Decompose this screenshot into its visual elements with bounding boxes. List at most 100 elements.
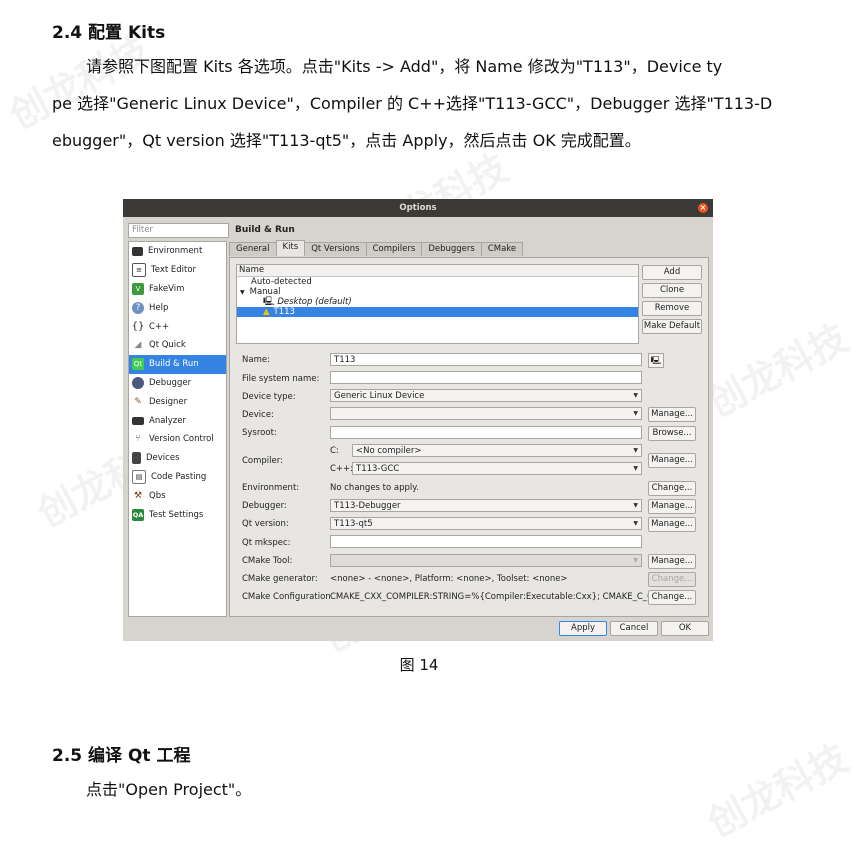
analyzer-icon: [132, 416, 144, 425]
nav-item-build-run[interactable]: Qt Build & Run: [129, 354, 226, 374]
cancel-button[interactable]: Cancel: [610, 621, 658, 636]
tree-row-t113[interactable]: ▲ T113: [237, 307, 638, 317]
remove-kit-button[interactable]: Remove: [642, 301, 702, 316]
compiler-cpp-select[interactable]: T113-GCC ▼: [352, 462, 642, 475]
nav-item-devices[interactable]: Devices: [129, 449, 226, 468]
ok-button[interactable]: OK: [661, 621, 709, 636]
nav-item-qbs[interactable]: ⚒ Qbs: [129, 486, 226, 505]
apply-button[interactable]: Apply: [559, 621, 607, 636]
cmake-config-change-button[interactable]: Change...: [648, 590, 696, 605]
debugger-manage-button[interactable]: Manage...: [648, 499, 696, 514]
tree-row-auto-detected[interactable]: Auto-detected: [237, 277, 638, 287]
filter-input[interactable]: Filter: [128, 223, 229, 238]
device-type-select[interactable]: Generic Linux Device ▼: [330, 389, 642, 402]
tab-kits[interactable]: Kits: [275, 240, 306, 256]
add-kit-button[interactable]: Add: [642, 265, 702, 280]
nav-item-fakevim[interactable]: V FakeVim: [129, 280, 226, 299]
qt-mkspec-field[interactable]: [330, 535, 642, 548]
compiler-manage-button[interactable]: Manage...: [648, 453, 696, 468]
tab-qt-versions[interactable]: Qt Versions: [304, 242, 367, 256]
environment-label: Environment:: [242, 483, 300, 493]
environment-value: No changes to apply.: [330, 483, 419, 493]
clone-kit-button[interactable]: Clone: [642, 283, 702, 298]
qt-version-select[interactable]: T113-qt5 ▼: [330, 517, 642, 530]
watermark: 创龙科技: [700, 315, 853, 426]
tree-row-manual[interactable]: ▼ Manual: [237, 287, 638, 297]
make-default-button[interactable]: Make Default: [642, 319, 702, 334]
tab-debuggers[interactable]: Debuggers: [421, 242, 482, 256]
text-editor-icon: ≡: [132, 263, 146, 278]
chevron-down-icon: ▼: [633, 447, 638, 454]
section-heading-2-4: 2.4 配置 Kits: [52, 23, 166, 43]
monitor-icon: [132, 246, 143, 256]
qt-version-label: Qt version:: [242, 519, 289, 529]
nav-item-help[interactable]: ? Help: [129, 298, 226, 317]
cmake-generator-value: <none> - <none>, Platform: <none>, Tools…: [330, 574, 568, 584]
compiler-c-label: C:: [330, 446, 339, 456]
tab-bar: General Kits Qt Versions Compilers Debug…: [229, 240, 524, 256]
device-manage-button[interactable]: Manage...: [648, 407, 696, 422]
tab-compilers[interactable]: Compilers: [365, 242, 423, 256]
options-dialog: Options × Filter Environment ≡ Text Edito…: [123, 199, 713, 641]
sysroot-field[interactable]: [330, 426, 642, 439]
qt-mkspec-label: Qt mkspec:: [242, 538, 291, 548]
name-field[interactable]: T113: [330, 353, 642, 366]
chevron-down-icon: ▼: [633, 465, 638, 472]
nav-item-environment[interactable]: Environment: [129, 242, 226, 261]
nav-item-test-settings[interactable]: QA Test Settings: [129, 505, 226, 524]
cmake-generator-change-button[interactable]: Change...: [648, 572, 696, 587]
chevron-down-icon: ▼: [633, 392, 638, 399]
paragraph-line: 请参照下图配置 Kits 各选项。点击"Kits -> Add"，将 Name …: [86, 57, 723, 76]
nav-item-cpp[interactable]: {} C++: [129, 317, 226, 336]
chevron-down-icon: ▼: [633, 502, 638, 509]
device-label: Device:: [242, 410, 274, 420]
cmake-tool-select[interactable]: ▼: [330, 554, 642, 567]
dialog-titlebar: Options ×: [123, 199, 713, 217]
file-system-name-label: File system name:: [242, 374, 320, 384]
file-system-name-field[interactable]: [330, 371, 642, 384]
section-heading-2-5: 2.5 编译 Qt 工程: [52, 746, 191, 766]
instruction-paragraph: 请参照下图配置 Kits 各选项。点击"Kits -> Add"，将 Name …: [52, 48, 788, 159]
tab-cmake[interactable]: CMake: [480, 242, 524, 256]
nav-item-analyzer[interactable]: Analyzer: [129, 411, 226, 430]
dialog-title: Options: [399, 203, 437, 213]
cmake-tool-manage-button[interactable]: Manage...: [648, 554, 696, 569]
chevron-down-icon: ▼: [633, 557, 638, 564]
compiler-c-select[interactable]: <No compiler> ▼: [352, 444, 642, 457]
tree-row-desktop[interactable]: 🖳 Desktop (default): [237, 297, 638, 307]
kit-tree[interactable]: Name Auto-detected ▼ Manual 🖳 Desktop (def…: [236, 264, 639, 344]
nav-item-qt-quick[interactable]: ◢ Qt Quick: [129, 336, 226, 355]
code-pasting-icon: ▤: [132, 469, 146, 484]
expand-arrow-icon[interactable]: ▼: [240, 289, 245, 296]
sysroot-browse-button[interactable]: Browse...: [648, 426, 696, 441]
qt-version-manage-button[interactable]: Manage...: [648, 517, 696, 532]
cmake-tool-label: CMake Tool:: [242, 556, 293, 566]
tab-general[interactable]: General: [229, 242, 277, 256]
nav-item-text-editor[interactable]: ≡ Text Editor: [129, 261, 226, 280]
cpp-braces-icon: {}: [131, 321, 145, 333]
close-icon[interactable]: ×: [698, 203, 708, 213]
category-list: Environment ≡ Text Editor V FakeVim ? Help …: [128, 241, 227, 617]
open-project-paragraph: 点击"Open Project"。: [86, 780, 252, 799]
cmake-config-label: CMake Configuration: [242, 592, 331, 602]
kit-icon-button[interactable]: 🖳: [648, 353, 664, 368]
kits-tab-pane: Name Auto-detected ▼ Manual 🖳 Desktop (def…: [229, 257, 709, 617]
device-select[interactable]: ▼: [330, 407, 642, 420]
debugger-icon: [132, 376, 144, 389]
chevron-down-icon: ▼: [633, 520, 638, 527]
chevron-down-icon: ▼: [633, 410, 638, 417]
compiler-cpp-label: C++:: [330, 464, 354, 474]
environment-change-button[interactable]: Change...: [648, 481, 696, 496]
warning-icon: ▲: [263, 307, 270, 317]
nav-item-debugger[interactable]: Debugger: [129, 374, 226, 393]
debugger-select[interactable]: T113-Debugger ▼: [330, 499, 642, 512]
nav-item-code-pasting[interactable]: ▤ Code Pasting: [129, 468, 226, 487]
qbs-icon: ⚒: [133, 490, 143, 501]
qa-icon: QA: [132, 508, 144, 521]
paragraph-line: ebugger"，Qt version 选择"T113-qt5"，点击 Appl…: [52, 131, 641, 150]
nav-item-designer[interactable]: ✎ Designer: [129, 392, 226, 411]
sysroot-label: Sysroot:: [242, 428, 277, 438]
nav-item-version-control[interactable]: ⑂ Version Control: [129, 430, 226, 449]
tree-header: Name: [237, 265, 638, 277]
panel-title: Build & Run: [235, 225, 295, 235]
